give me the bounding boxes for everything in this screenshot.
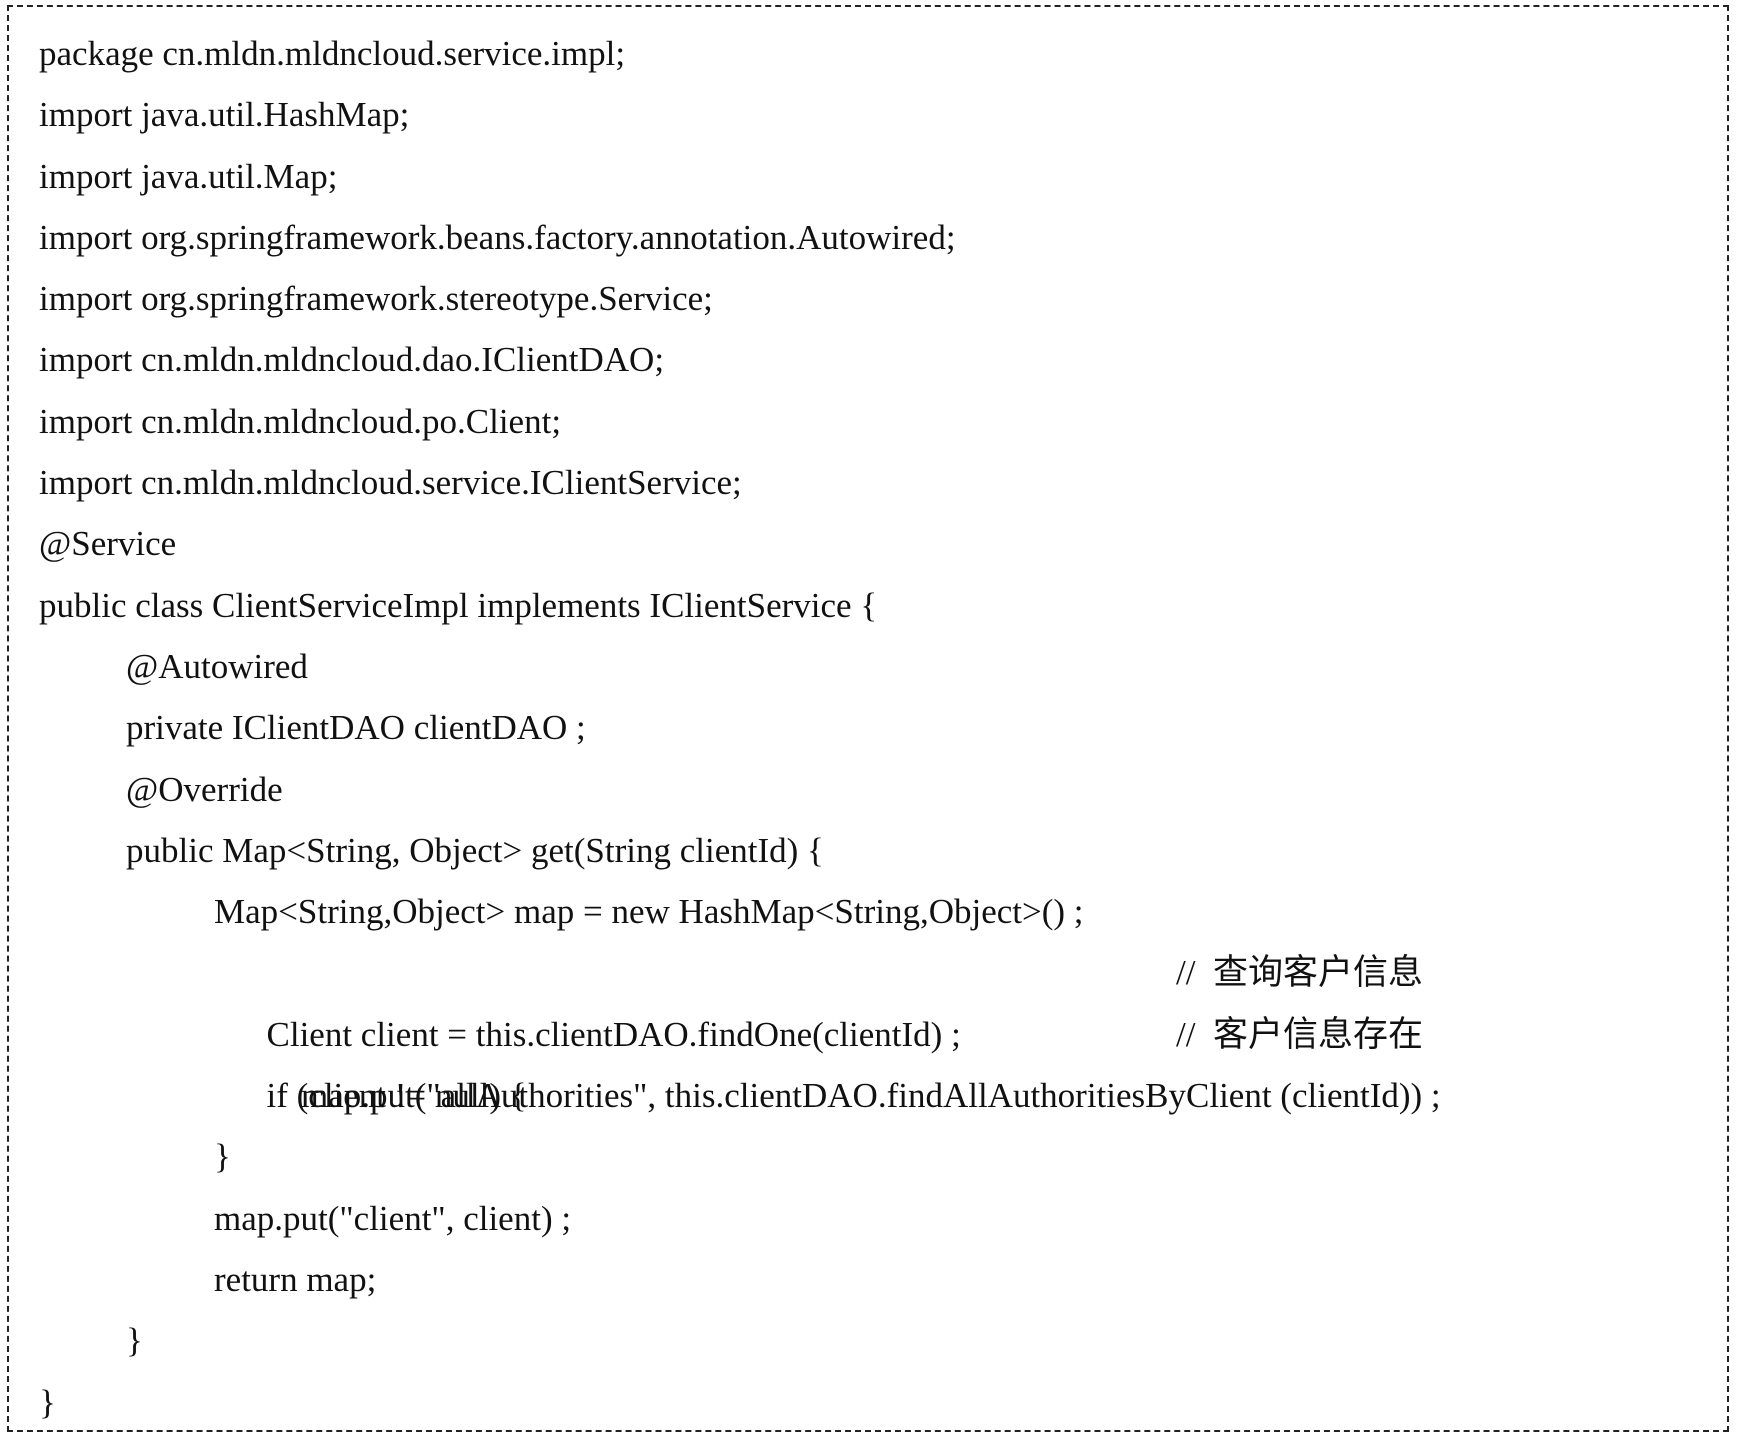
code-line: @Autowired xyxy=(126,646,308,686)
code-line: import org.springframework.stereotype.Se… xyxy=(39,279,713,319)
code-line: map.put("allAuthorities", this.clientDAO… xyxy=(301,1076,1441,1116)
code-comment: // 客户信息存在 xyxy=(1176,1014,1423,1054)
code-line-with-comment: if (client != null) { // 客户信息存在 xyxy=(39,1004,1707,1115)
code-line: @Override xyxy=(126,769,283,809)
code-line: import org.springframework.beans.factory… xyxy=(39,217,956,257)
code-line: import java.util.HashMap; xyxy=(39,95,410,135)
code-line: map.put("client", client) ; xyxy=(214,1198,572,1238)
code-line-with-comment: Client client = this.clientDAO.findOne(c… xyxy=(39,942,1707,1053)
code-comment: // 查询客户信息 xyxy=(1176,953,1423,993)
code-listing-box: package cn.mldn.mldncloud.service.impl; … xyxy=(7,5,1729,1432)
code-line: import java.util.Map; xyxy=(39,156,338,196)
code-line: @Service xyxy=(39,524,177,564)
code-line: return map; xyxy=(214,1259,377,1299)
code-line: } xyxy=(126,1321,143,1361)
code-lines: package cn.mldn.mldncloud.service.impl; … xyxy=(39,23,1707,1433)
code-line: public Map<String, Object> get(String cl… xyxy=(126,830,824,870)
code-line: public class ClientServiceImpl implement… xyxy=(39,585,878,625)
code-line: import cn.mldn.mldncloud.dao.IClientDAO; xyxy=(39,340,665,380)
code-line: private IClientDAO clientDAO ; xyxy=(126,708,586,748)
code-line: } xyxy=(214,1137,231,1177)
code-line: import cn.mldn.mldncloud.service.IClient… xyxy=(39,463,742,503)
code-line: } xyxy=(39,1382,56,1422)
code-line: package cn.mldn.mldncloud.service.impl; xyxy=(39,34,626,73)
code-line: Map<String,Object> map = new HashMap<Str… xyxy=(214,892,1084,932)
code-line: import cn.mldn.mldncloud.po.Client; xyxy=(39,401,562,441)
